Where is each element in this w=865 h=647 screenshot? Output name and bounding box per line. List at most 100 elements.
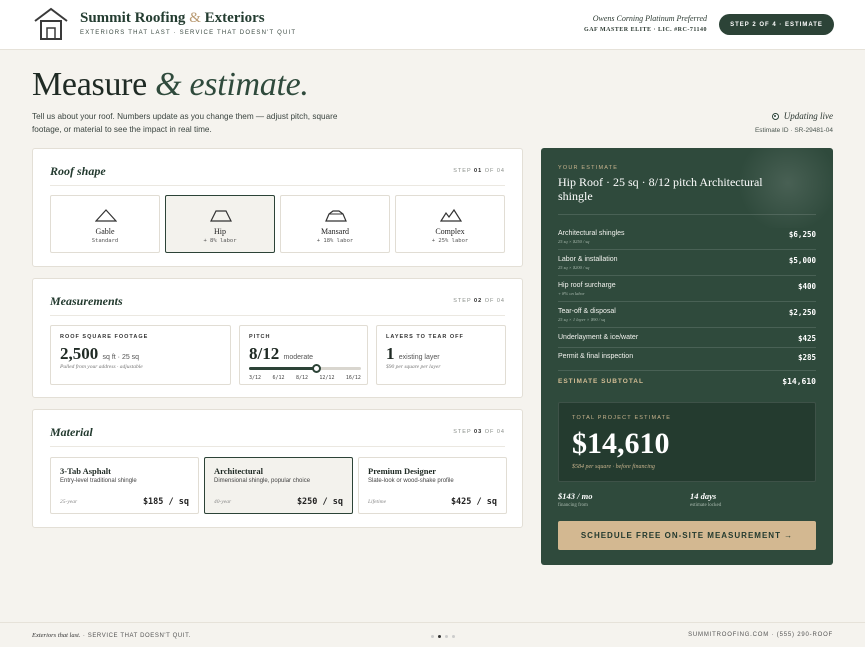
step-prefix: STEP bbox=[453, 168, 472, 174]
brand-name[interactable]: Summit Roofing & Exteriors bbox=[80, 10, 265, 27]
step-number: 02 bbox=[474, 298, 483, 304]
roof-option-complex[interactable]: Complex + 25% labor bbox=[395, 195, 505, 253]
schedule-measurement-button[interactable]: SCHEDULE FREE ON-SITE MEASUREMENT → bbox=[558, 521, 816, 550]
pitch-ticks: 3/12 6/12 8/12 12/12 16/12 bbox=[249, 375, 361, 381]
total-label: TOTAL PROJECT ESTIMATE bbox=[572, 415, 672, 421]
estimate-label: YOUR ESTIMATE bbox=[558, 165, 619, 171]
measurements-card: Measurements STEP 02 OF 04 ROOF SQUARE F… bbox=[32, 278, 523, 398]
roof-option-sub: Standard bbox=[91, 238, 119, 244]
footer-tagline-rest: · SERVICE THAT DOESN'T QUIT. bbox=[82, 633, 191, 639]
divider bbox=[50, 315, 505, 316]
pitch-descriptor: moderate bbox=[283, 354, 314, 361]
total-value: $14,610 bbox=[572, 427, 670, 460]
pitch-label: PITCH bbox=[249, 334, 271, 340]
house-logo-icon[interactable] bbox=[33, 7, 69, 41]
total-note: $584 per square · before financing bbox=[572, 464, 655, 470]
material-desc: Dimensional shingle, popular choice bbox=[214, 478, 311, 484]
footer-tagline: Exteriors that last. · SERVICE THAT DOES… bbox=[32, 632, 191, 639]
pitch-slider[interactable] bbox=[249, 364, 361, 373]
step-number: 01 bbox=[474, 168, 483, 174]
footer-contact[interactable]: SUMMITROOFING.COM · (555) 290-ROOF bbox=[688, 632, 833, 638]
roof-option-mansard[interactable]: Mansard + 18% labor bbox=[280, 195, 390, 253]
lock-value: 14 days bbox=[690, 491, 717, 501]
step-indicator-button[interactable]: STEP 2 OF 4 · ESTIMATE bbox=[719, 14, 834, 35]
layers-field[interactable]: LAYERS TO TEAR OFF 1 existing layer $90 … bbox=[376, 325, 506, 385]
line-item: Hip roof surcharge + 8% on labor $400 bbox=[558, 280, 816, 306]
square-footage-field[interactable]: ROOF SQUARE FOOTAGE 2,500 sq ft · 25 sq … bbox=[50, 325, 231, 385]
layers-value[interactable]: 1 existing layer bbox=[386, 344, 440, 364]
roof-option-sub: + 18% labor bbox=[316, 238, 354, 244]
material-card: Material STEP 03 OF 04 3-Tab Asphalt Ent… bbox=[32, 409, 523, 528]
divider bbox=[558, 301, 816, 302]
financing-value: $143 / mo bbox=[558, 491, 593, 501]
intro-text: Tell us about your roof. Numbers update … bbox=[32, 112, 338, 134]
lock-kpi: 14 days estimate locked bbox=[690, 491, 721, 508]
material-price: $425 / sq bbox=[450, 497, 497, 507]
line-item-name: Hip roof surcharge bbox=[558, 282, 616, 289]
page-title: Measure & estimate. bbox=[32, 66, 309, 104]
subtotal-value: $14,610 bbox=[782, 377, 816, 386]
line-item-detail: 25 sq × $250 / sq bbox=[558, 239, 590, 244]
roof-option-gable[interactable]: Gable Standard bbox=[50, 195, 160, 253]
certification-secondary: GAF MASTER ELITE · LIC. #RC-71140 bbox=[584, 27, 707, 33]
pitch-tick: 12/12 bbox=[319, 375, 335, 381]
material-name: 3-Tab Asphalt bbox=[60, 466, 111, 476]
brand-ampersand: & bbox=[189, 10, 201, 26]
roof-option-sub: + 25% labor bbox=[431, 238, 469, 244]
page-dot[interactable] bbox=[445, 635, 448, 638]
line-item-detail: 25 sq × 1 layer × $90 / sq bbox=[558, 317, 606, 322]
roof-option-name: Hip bbox=[214, 227, 226, 236]
pitch-slider-handle[interactable] bbox=[311, 364, 321, 373]
material-option-premium[interactable]: Premium Designer Slate-look or wood-shak… bbox=[358, 457, 507, 514]
roof-option-hip[interactable]: Hip + 8% labor bbox=[165, 195, 275, 253]
complex-roof-icon bbox=[440, 208, 462, 222]
pitch-tick: 8/12 bbox=[295, 375, 308, 381]
material-price: $185 / sq bbox=[142, 497, 189, 507]
sqft-number: 2,500 bbox=[60, 344, 99, 363]
brand-name-part1: Summit Roofing bbox=[80, 10, 186, 26]
pitch-value: 8/12 moderate bbox=[249, 344, 313, 364]
total-estimate-box: TOTAL PROJECT ESTIMATE $14,610 $584 per … bbox=[558, 402, 816, 482]
live-status: Updating live bbox=[771, 111, 833, 121]
divider bbox=[558, 347, 816, 348]
roof-option-name: Gable bbox=[95, 227, 115, 236]
pitch-number: 8/12 bbox=[249, 344, 280, 363]
line-item-name: Tear-off & disposal bbox=[558, 308, 616, 315]
line-item: Labor & installation 25 sq × $200 / sq $… bbox=[558, 254, 816, 280]
step-number: 03 bbox=[474, 429, 483, 435]
page-dot[interactable] bbox=[431, 635, 434, 638]
divider bbox=[558, 275, 816, 276]
sqft-unit: sq ft · 25 sq bbox=[102, 354, 140, 361]
material-name: Premium Designer bbox=[368, 466, 437, 476]
material-option-architectural[interactable]: Architectural Dimensional shingle, popul… bbox=[204, 457, 353, 514]
line-item-name: Architectural shingles bbox=[558, 230, 625, 237]
roof-option-name: Complex bbox=[435, 227, 465, 236]
material-lifespan: 40-year bbox=[214, 499, 232, 505]
certification-primary: Owens Corning Platinum Preferred bbox=[592, 14, 707, 23]
site-footer: Exteriors that last. · SERVICE THAT DOES… bbox=[0, 622, 865, 647]
material-price: $250 / sq bbox=[296, 497, 343, 507]
pitch-field[interactable]: PITCH 8/12 moderate 3/12 6/12 8/12 12/12… bbox=[239, 325, 368, 385]
line-item-value: $400 bbox=[797, 282, 816, 291]
material-name: Architectural bbox=[214, 466, 263, 476]
page-dot[interactable] bbox=[438, 635, 441, 638]
pitch-tick: 3/12 bbox=[249, 375, 262, 381]
material-step: STEP 03 OF 04 bbox=[453, 429, 505, 435]
layers-note: $90 per square per layer bbox=[386, 364, 441, 370]
step-suffix: OF 04 bbox=[484, 298, 505, 304]
material-desc: Entry-level traditional shingle bbox=[60, 478, 137, 484]
sqft-value[interactable]: 2,500 sq ft · 25 sq bbox=[60, 344, 139, 364]
divider bbox=[558, 249, 816, 250]
divider bbox=[558, 370, 816, 371]
pagination-dots[interactable] bbox=[431, 635, 455, 638]
line-item: Permit & final inspection $285 bbox=[558, 351, 816, 377]
pitch-slider-fill bbox=[249, 367, 317, 370]
page-dot[interactable] bbox=[452, 635, 455, 638]
material-option-3tab[interactable]: 3-Tab Asphalt Entry-level traditional sh… bbox=[50, 457, 199, 514]
roof-shape-card: Roof shape STEP 01 OF 04 Gable Standard … bbox=[32, 148, 523, 267]
footer-tagline-italic: Exteriors that last. bbox=[32, 632, 81, 639]
line-item-value: $285 bbox=[797, 353, 816, 362]
step-suffix: OF 04 bbox=[484, 429, 505, 435]
line-item-detail: + 8% on labor bbox=[558, 291, 585, 296]
step-prefix: STEP bbox=[453, 298, 472, 304]
